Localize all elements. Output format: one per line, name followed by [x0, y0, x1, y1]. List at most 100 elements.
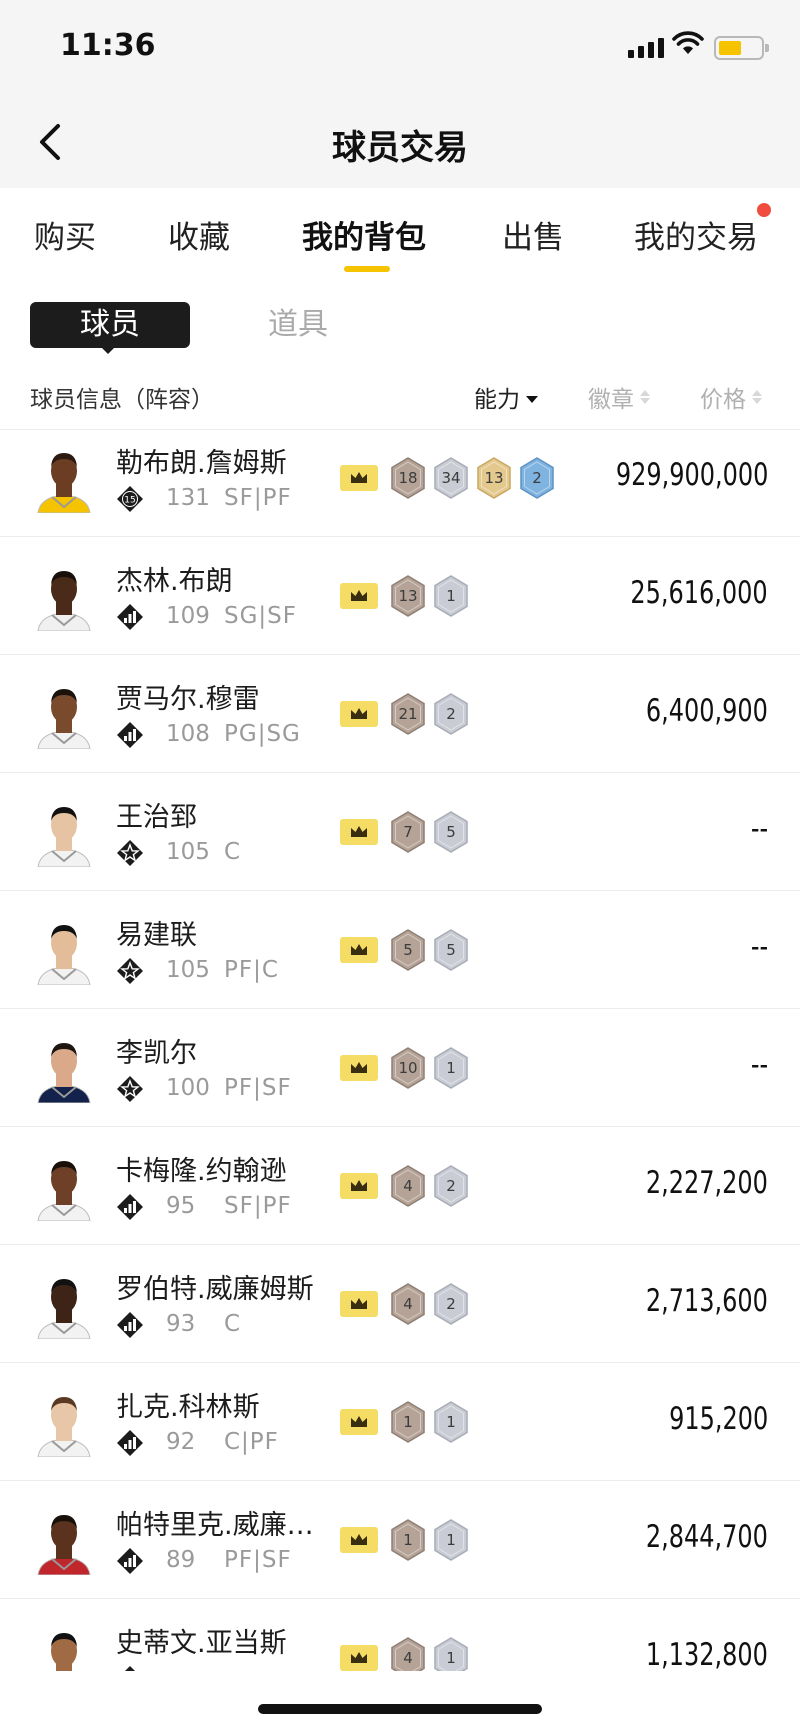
player-row[interactable]: 李凯尔 100 PF|SF 10 1 --: [0, 1009, 800, 1127]
column-player-info: 球员信息（阵容）: [30, 387, 214, 413]
player-rating: 109: [166, 603, 210, 629]
badge-count: 2: [446, 1177, 456, 1195]
player-avatar: [30, 799, 98, 867]
player-avatar: [30, 1271, 98, 1339]
badge-silver-icon: 5: [433, 811, 469, 853]
player-avatar: [30, 1507, 98, 1575]
badge-count: 5: [403, 941, 413, 959]
sort-price[interactable]: 价格: [700, 380, 762, 414]
badge-count: 1: [446, 587, 456, 605]
player-row[interactable]: 罗伯特.威廉姆斯 93 C 4 2 2,713,600: [0, 1245, 800, 1363]
player-row[interactable]: 帕特里克.威廉… 89 PF|SF 1 1 2,844,700: [0, 1481, 800, 1599]
badge-count: 18: [398, 469, 418, 487]
badge-count: 2: [446, 705, 456, 723]
player-rating: 89: [166, 1547, 196, 1573]
player-price: --: [750, 1047, 768, 1083]
player-name: 易建联: [116, 920, 197, 951]
player-row[interactable]: 史蒂文.亚当斯 4 1 1,132,800: [0, 1599, 800, 1671]
column-header: 球员信息（阵容） 能力 徽章 价格: [0, 372, 800, 430]
active-tab-indicator: [344, 266, 390, 272]
tab-sell[interactable]: 出售: [502, 212, 564, 257]
badge-bronze-icon: 5: [390, 929, 426, 971]
player-name: 卡梅隆.约翰逊: [116, 1156, 287, 1187]
rank-star-icon: [117, 840, 143, 866]
player-rating: 108: [166, 721, 210, 747]
badge-count: 2: [532, 469, 542, 487]
player-name: 杰林.布朗: [116, 566, 233, 597]
player-row[interactable]: 勒布朗.詹姆斯 15 131 SF|PF 18 34 13 2 929,900,000: [0, 431, 800, 537]
badge-count: 1: [446, 1413, 456, 1431]
badge-list: 13 1: [390, 575, 469, 617]
svg-text:15: 15: [124, 496, 135, 506]
badge-list: 11: [390, 1401, 469, 1443]
crown-icon: [340, 583, 378, 609]
tab-my-trades[interactable]: 我的交易: [634, 212, 758, 257]
player-row[interactable]: 杰林.布朗 109 SG|SF 13 1 25,616,000: [0, 537, 800, 655]
crown-icon: [340, 937, 378, 963]
tab-bar: 购买 收藏 我的背包 出售 我的交易: [0, 188, 800, 284]
badge-list: 41: [390, 1637, 469, 1671]
badge-list: 42: [390, 1165, 469, 1207]
player-avatar: [30, 1625, 98, 1671]
player-avatar: [30, 681, 98, 749]
home-indicator: [258, 1704, 542, 1714]
sort-ability-label: 能力: [474, 387, 520, 413]
sort-badge[interactable]: 徽章: [588, 380, 650, 414]
player-position: PF|SF: [224, 1547, 292, 1573]
player-price: 2,844,700: [645, 1519, 768, 1555]
badge-gold-icon: 13: [476, 457, 512, 499]
player-row[interactable]: 扎克.科林斯 92 C|PF 1 1 915,200: [0, 1363, 800, 1481]
badge-silver-icon: 1: [433, 1047, 469, 1089]
badge-silver-icon: 2: [433, 1165, 469, 1207]
badge-count: 13: [484, 469, 504, 487]
segment-items[interactable]: 道具: [268, 302, 328, 348]
badge-count: 4: [403, 1177, 413, 1195]
player-row[interactable]: 易建联 105 PF|C 5 5 --: [0, 891, 800, 1009]
sort-badge-label: 徽章: [588, 387, 634, 413]
player-name: 史蒂文.亚当斯: [116, 1628, 287, 1659]
rank-bars-icon: [117, 1548, 143, 1574]
badge-bronze-icon: 21: [390, 693, 426, 735]
player-position: PF|SF: [224, 1075, 292, 1101]
rank-15-icon: 15: [117, 486, 143, 512]
tab-favorites[interactable]: 收藏: [168, 212, 230, 257]
segment-players[interactable]: 球员: [30, 302, 190, 348]
player-avatar: [30, 563, 98, 631]
player-row[interactable]: 王治郅 105 C 7 5 --: [0, 773, 800, 891]
crown-icon: [340, 701, 378, 727]
battery-icon: [714, 36, 769, 60]
rank-bars-icon: [117, 1430, 143, 1456]
player-price: 25,616,000: [630, 575, 768, 611]
tab-my-backpack[interactable]: 我的背包: [302, 212, 426, 257]
cellular-signal-icon: [628, 38, 664, 58]
player-row[interactable]: 贾马尔.穆雷 108 PG|SG 21 2 6,400,900: [0, 655, 800, 773]
player-rating: 100: [166, 1075, 210, 1101]
player-position: SG|SF: [224, 603, 298, 629]
rank-star-icon: [117, 1076, 143, 1102]
crown-icon: [340, 1055, 378, 1081]
crown-icon: [340, 465, 378, 491]
badge-count: 5: [446, 823, 456, 841]
badge-list: 42: [390, 1283, 469, 1325]
badge-count: 34: [441, 469, 461, 487]
badge-list: 10 1: [390, 1047, 469, 1089]
player-price: 2,713,600: [645, 1283, 768, 1319]
player-position: SF|PF: [224, 1193, 292, 1219]
sort-desc-icon: [526, 395, 538, 403]
crown-icon: [340, 1527, 378, 1553]
badge-count: 1: [403, 1531, 413, 1549]
player-avatar: [30, 1035, 98, 1103]
player-price: 2,227,200: [645, 1165, 768, 1201]
player-name: 罗伯特.威廉姆斯: [116, 1274, 314, 1305]
rank-bars-icon: [117, 1194, 143, 1220]
badge-count: 10: [398, 1059, 418, 1077]
page-title: 球员交易: [332, 128, 468, 168]
tab-buy[interactable]: 购买: [34, 212, 96, 257]
player-row[interactable]: 卡梅隆.约翰逊 95 SF|PF 4 2 2,227,200: [0, 1127, 800, 1245]
crown-icon: [340, 1291, 378, 1317]
player-rating: 95: [166, 1193, 196, 1219]
badge-silver-icon: 1: [433, 1519, 469, 1561]
badge-bronze-icon: 1: [390, 1401, 426, 1443]
player-name: 贾马尔.穆雷: [116, 684, 260, 715]
sort-ability[interactable]: 能力: [474, 380, 538, 414]
